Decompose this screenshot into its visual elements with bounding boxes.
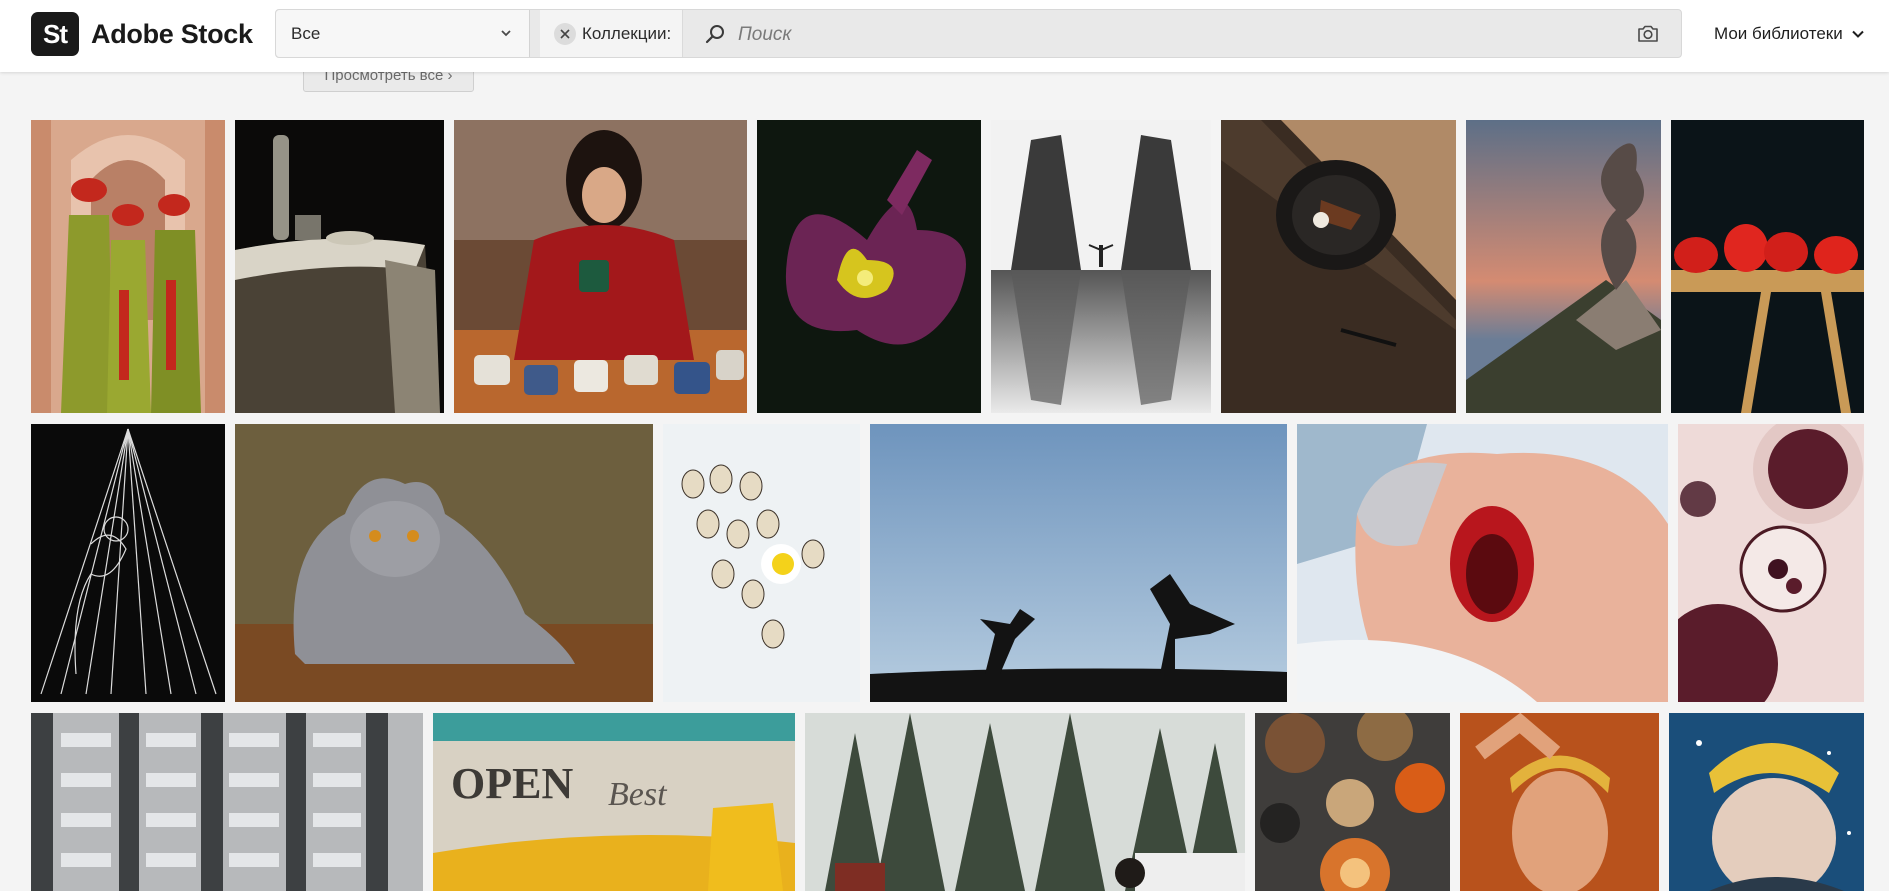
- top-header: St Adobe Stock Все Коллекции: Мои библио…: [0, 0, 1889, 72]
- photo-thumbnail: [454, 120, 747, 413]
- photo-tile[interactable]: [1678, 424, 1864, 702]
- photo-tile[interactable]: [663, 424, 860, 702]
- photo-thumbnail: [31, 713, 423, 891]
- photo-tile[interactable]: [1669, 713, 1864, 891]
- chevron-down-icon: [501, 30, 511, 37]
- camera-icon[interactable]: [1637, 23, 1659, 45]
- my-libraries-label: Мои библиотеки: [1714, 24, 1843, 43]
- photo-tile[interactable]: [1297, 424, 1668, 702]
- collections-filter-chip[interactable]: Коллекции:: [540, 10, 683, 57]
- photo-thumbnail: [235, 424, 653, 702]
- collections-label: Коллекции:: [582, 24, 672, 43]
- stock-logo-text: Adobe Stock: [91, 18, 253, 49]
- photo-thumbnail: [31, 120, 225, 413]
- photo-thumbnail: [805, 713, 1245, 891]
- photo-tile[interactable]: [991, 120, 1211, 413]
- photo-tile[interactable]: [31, 424, 225, 702]
- photo-tile[interactable]: [1221, 120, 1456, 413]
- photo-thumbnail: [1678, 424, 1864, 702]
- svg-text:OPEN: OPEN: [451, 759, 573, 808]
- search-input[interactable]: [736, 18, 1600, 52]
- adobe-stock-logo[interactable]: St Adobe Stock: [31, 12, 253, 56]
- photo-tile[interactable]: [454, 120, 747, 413]
- asset-type-dropdown[interactable]: Все: [276, 10, 530, 57]
- photo-thumbnail: OPEN Best: [433, 713, 795, 891]
- photo-tile[interactable]: [235, 424, 653, 702]
- asset-type-value: Все: [291, 24, 321, 43]
- photo-tile[interactable]: OPEN Best: [433, 713, 795, 891]
- photo-thumbnail: [1255, 713, 1450, 891]
- my-libraries-menu[interactable]: Мои библиотеки: [1714, 24, 1865, 44]
- photo-thumbnail: [870, 424, 1287, 702]
- photo-tile[interactable]: [1466, 120, 1661, 413]
- stock-logo-mark: St: [31, 12, 79, 56]
- chevron-down-icon: [1852, 30, 1864, 38]
- photo-thumbnail: [1466, 120, 1661, 413]
- photo-thumbnail: [991, 120, 1211, 413]
- photo-tile[interactable]: [805, 713, 1245, 891]
- photo-tile[interactable]: [31, 120, 225, 413]
- search-bar: Все Коллекции:: [275, 9, 1682, 58]
- close-icon[interactable]: [554, 23, 576, 45]
- photo-tile[interactable]: [1460, 713, 1659, 891]
- photo-thumbnail: [663, 424, 860, 702]
- photo-tile[interactable]: [31, 713, 423, 891]
- photo-tile[interactable]: [757, 120, 981, 413]
- photo-tile[interactable]: [235, 120, 444, 413]
- search-icon: [705, 25, 724, 44]
- photo-thumbnail: [1671, 120, 1864, 413]
- photo-thumbnail: [757, 120, 981, 413]
- photo-thumbnail: [1221, 120, 1456, 413]
- svg-text:Best: Best: [608, 776, 668, 813]
- photo-tile[interactable]: [870, 424, 1287, 702]
- photo-tile[interactable]: [1671, 120, 1864, 413]
- photo-thumbnail: [1460, 713, 1659, 891]
- photo-thumbnail: [1297, 424, 1668, 702]
- photo-thumbnail: [1669, 713, 1864, 891]
- photo-thumbnail: [31, 424, 225, 702]
- photo-tile[interactable]: [1255, 713, 1450, 891]
- photo-thumbnail: [235, 120, 444, 413]
